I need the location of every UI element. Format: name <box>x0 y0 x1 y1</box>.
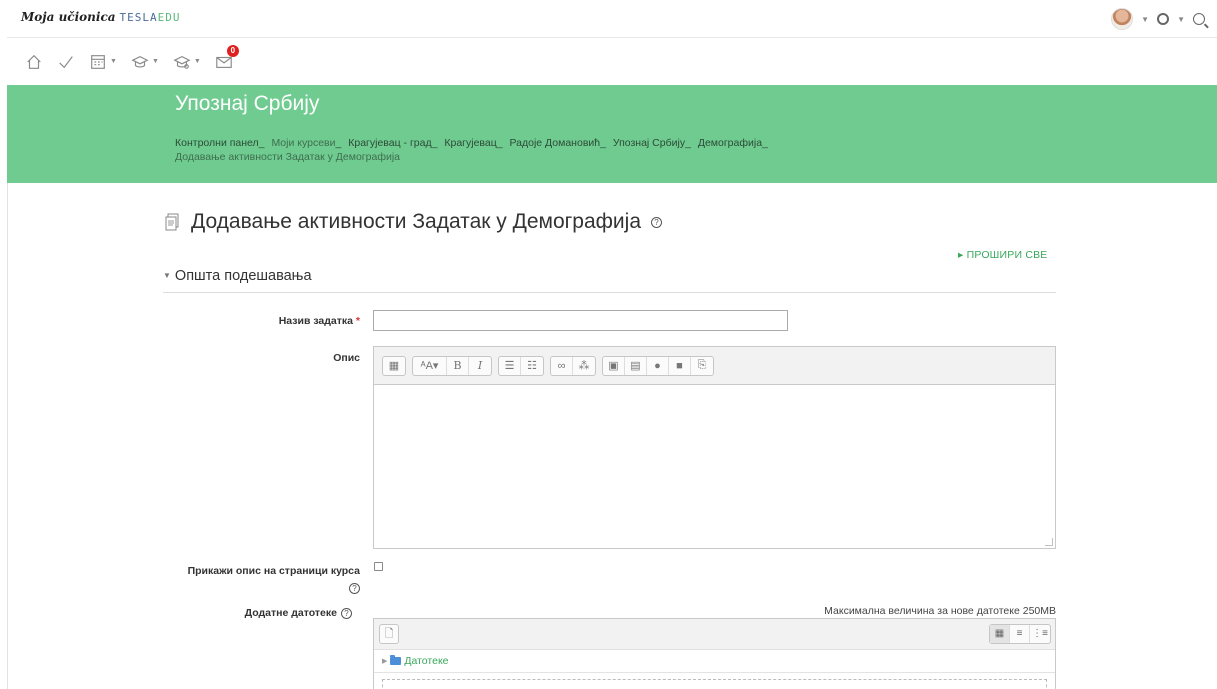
file-manager-toolbar: 🗋 ▦ ≡ ⋮≡ <box>374 619 1055 650</box>
breadcrumb-item[interactable]: Контролни панел <box>175 137 259 149</box>
section-title: Општа подешавања <box>174 268 312 284</box>
globe-icon[interactable] <box>1157 13 1170 25</box>
breadcrumb-item[interactable]: Крагујевац - град <box>348 137 431 149</box>
show-description-label: Прикажи опис на страници курса ? <box>187 565 360 594</box>
help-icon[interactable]: ? <box>651 216 662 228</box>
bold-icon[interactable]: B <box>447 356 469 375</box>
folder-label: Датотеке <box>404 655 449 667</box>
brand-edu: TESLAEDU <box>119 11 181 24</box>
unlink-icon[interactable]: ⁂ <box>573 357 595 375</box>
video-camera-icon[interactable]: ■ <box>669 356 691 375</box>
grid-view-icon[interactable]: ▦ <box>990 625 1010 643</box>
help-icon[interactable]: ? <box>341 607 352 619</box>
breadcrumb-item[interactable]: Радоје Домановић <box>510 137 601 149</box>
expand-all-link[interactable]: ▸ ПРОШИРИ СВЕ <box>958 249 1048 261</box>
graduation-cap-icon <box>131 55 149 68</box>
quick-icon-bar: ▼ ▼ ▼ 0 <box>7 38 1217 85</box>
breadcrumb-current: Додавање активности Задатак у Демографиј… <box>175 151 400 163</box>
divider <box>374 672 1055 673</box>
top-navbar: Moja učionica TESLAEDU ▼ ▼ <box>7 0 1217 38</box>
editor-toolbar: ▦ ᴬA▾ B I ☰ ☷ ∞ ⁂ ▣ ▤ ● ■ ⎘ <box>374 347 1055 385</box>
microphone-icon[interactable]: ● <box>647 356 669 375</box>
description-editor[interactable]: ▦ ᴬA▾ B I ☰ ☷ ∞ ⁂ ▣ ▤ ● ■ ⎘ <box>373 346 1056 549</box>
search-icon[interactable] <box>1193 13 1205 25</box>
toolbar-toggle-icon[interactable]: ▦ <box>383 357 405 375</box>
bullet-list-icon[interactable]: ☰ <box>499 356 521 375</box>
section-general-header[interactable]: ▼ Општа подешавања <box>163 268 1056 293</box>
show-description-checkbox[interactable] <box>374 562 383 571</box>
italic-icon[interactable]: I <box>469 357 491 375</box>
file-manager: 🗋 ▦ ≡ ⋮≡ ▶ Датотеке <box>373 618 1056 689</box>
user-menu-area: ▼ ▼ <box>1111 8 1205 30</box>
breadcrumb-item[interactable]: Упознај Србију <box>613 137 685 149</box>
resize-handle-icon[interactable] <box>1045 538 1053 546</box>
home-icon[interactable] <box>25 53 43 71</box>
assignment-icon <box>165 213 179 231</box>
messages-badge: 0 <box>226 44 239 57</box>
brand-name: Moja učionica <box>21 10 116 24</box>
expand-all-label: ПРОШИРИ СВЕ <box>966 249 1048 261</box>
manage-files-icon[interactable]: ⎘ <box>691 357 713 375</box>
chevron-down-icon[interactable]: ▼ <box>1141 15 1149 24</box>
name-label: Назив задатка * <box>278 315 360 327</box>
font-style-icon[interactable]: ᴬA▾ <box>413 356 447 375</box>
media-icon[interactable]: ▤ <box>625 356 647 375</box>
chevron-down-icon: ▼ <box>163 271 171 280</box>
site-logo[interactable]: Moja učionica TESLAEDU <box>21 10 181 24</box>
course-title: Упознај Србију <box>175 92 320 115</box>
numbered-list-icon[interactable]: ☷ <box>521 357 543 375</box>
description-label: Опис <box>333 352 360 364</box>
calendar-menu[interactable]: ▼ <box>89 53 117 71</box>
image-icon[interactable]: ▣ <box>603 356 625 375</box>
chevron-down-icon: ▼ <box>110 58 117 65</box>
breadcrumb-item[interactable]: Крагујевац <box>444 137 496 149</box>
page-heading-text: Додавање активности Задатак у Демографиј… <box>191 210 641 233</box>
breadcrumb: Контролни панел_ Моји курсеви_ Крагујева… <box>175 137 768 163</box>
max-file-size: Максимална величина за нове датотеке 250… <box>824 605 1056 617</box>
chevron-down-icon: ▼ <box>151 58 159 65</box>
chevron-down-icon[interactable]: ▼ <box>1177 15 1185 24</box>
list-view-icon[interactable]: ≡ <box>1010 625 1030 643</box>
add-file-icon[interactable]: 🗋 <box>379 624 399 644</box>
checkmark-icon[interactable] <box>57 53 75 71</box>
avatar[interactable] <box>1111 8 1134 30</box>
folder-path[interactable]: ▶ Датотеке <box>382 655 449 667</box>
required-icon: * <box>355 315 360 327</box>
tree-view-icon[interactable]: ⋮≡ <box>1030 625 1050 643</box>
calendar-icon <box>91 54 105 69</box>
link-icon[interactable]: ∞ <box>551 356 573 375</box>
folder-icon <box>390 655 402 665</box>
breadcrumb-item[interactable]: Демографија <box>698 137 762 149</box>
view-switcher: ▦ ≡ ⋮≡ <box>989 624 1051 644</box>
messages-button[interactable]: 0 <box>215 44 239 71</box>
graduation-cap-gear-icon <box>173 55 191 69</box>
courses-menu[interactable]: ▼ <box>131 53 159 71</box>
breadcrumb-item[interactable]: Моји курсеви <box>271 137 335 149</box>
file-dropzone[interactable] <box>382 679 1047 689</box>
assignment-name-input[interactable] <box>373 310 788 331</box>
chevron-right-icon: ▶ <box>382 658 388 665</box>
attachments-label: Додатне датотеке ? <box>160 607 352 619</box>
help-icon[interactable]: ? <box>349 583 360 594</box>
page-title: Додавање активности Задатак у Демографиј… <box>165 210 662 234</box>
teaching-menu[interactable]: ▼ <box>173 53 201 71</box>
chevron-down-icon: ▼ <box>193 58 201 65</box>
course-header: Упознај Србију Контролни панел_ Моји кур… <box>7 85 1217 183</box>
